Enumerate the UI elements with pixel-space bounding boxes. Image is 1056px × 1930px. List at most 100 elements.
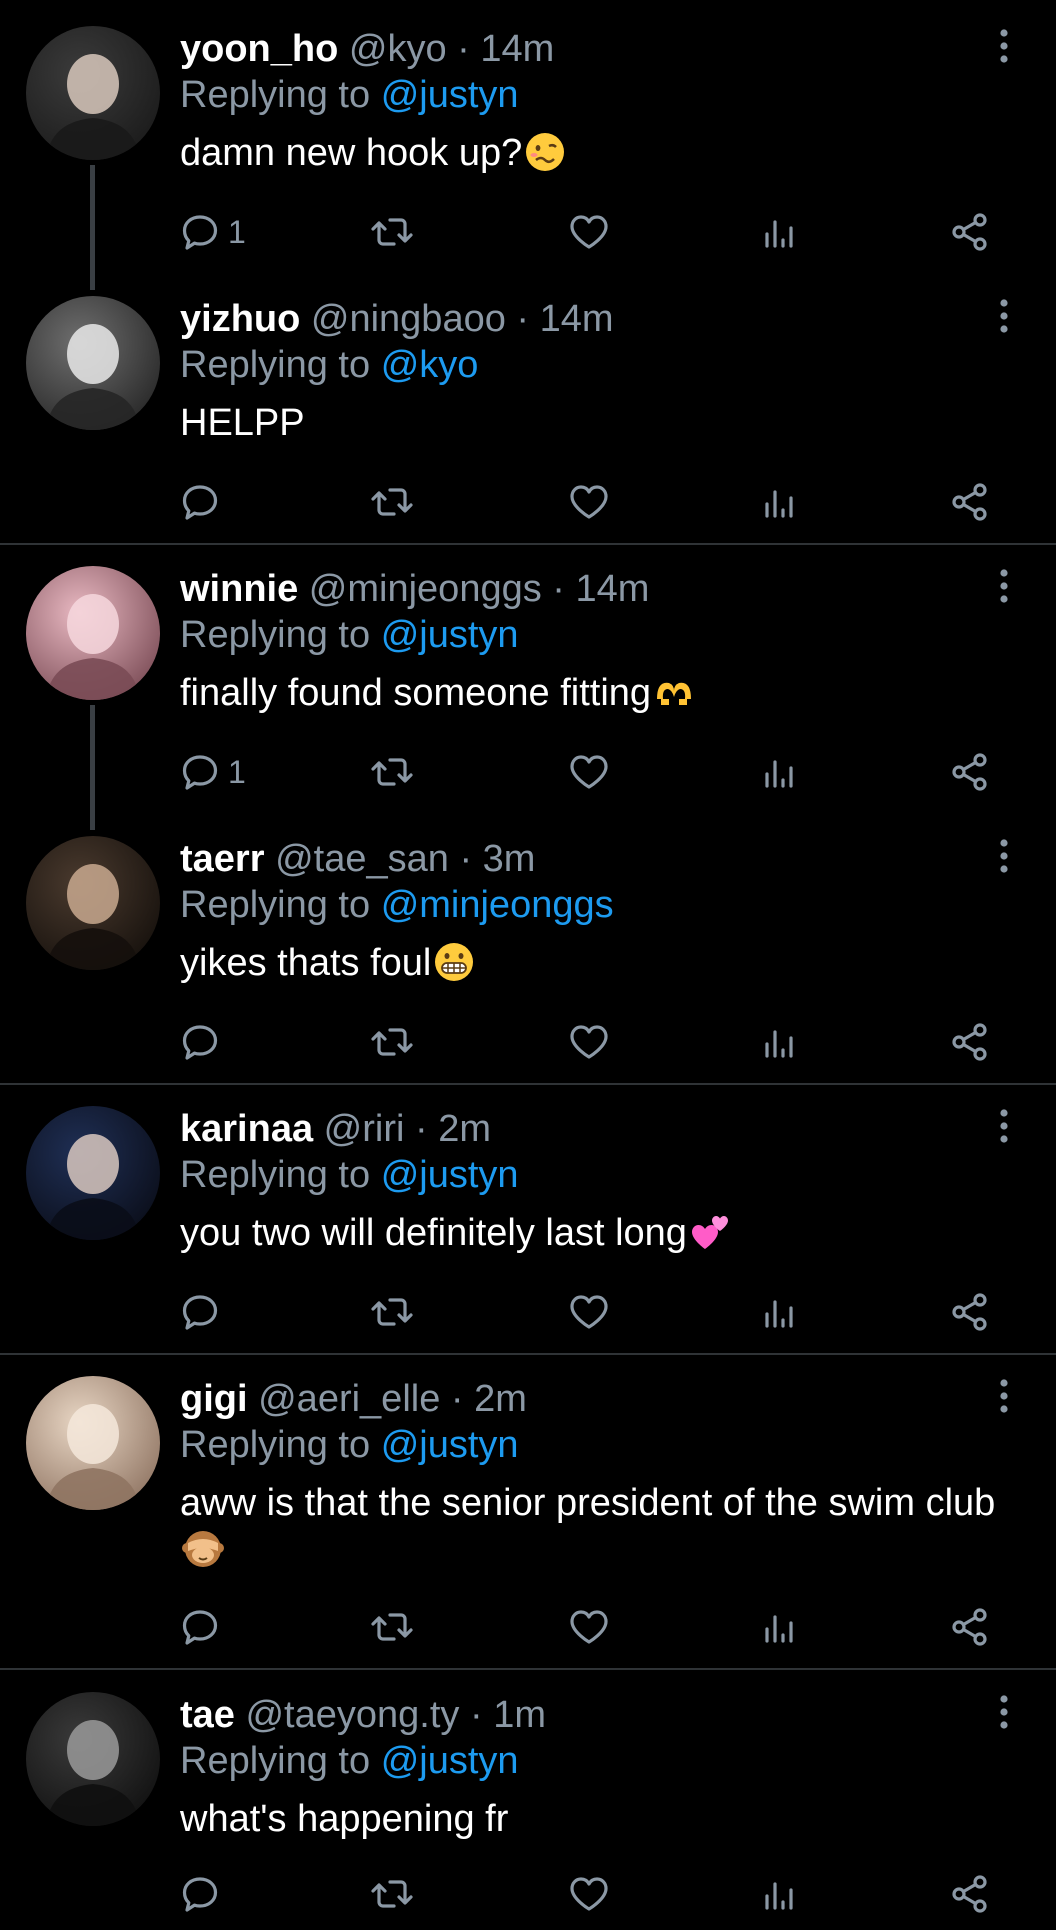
reply-button[interactable] <box>180 478 220 526</box>
display-name[interactable]: gigi <box>180 1378 248 1420</box>
woozy-face-emoji-icon <box>524 131 566 173</box>
views-button[interactable] <box>762 478 798 526</box>
like-button[interactable] <box>568 1288 610 1336</box>
like-button[interactable] <box>568 478 610 526</box>
like-button[interactable] <box>568 1018 610 1066</box>
more-options-icon[interactable] <box>994 1692 1014 1732</box>
reply-tweet[interactable]: yizhuo @ningbaoo · 14m Replying to @kyo HE… <box>0 270 1056 538</box>
views-button[interactable] <box>762 748 798 796</box>
display-name[interactable]: taerr <box>180 838 265 880</box>
timestamp[interactable]: 14m <box>480 28 554 70</box>
reply-button[interactable] <box>180 1603 220 1651</box>
username-handle[interactable]: @taeyong.ty <box>245 1694 459 1736</box>
more-options-icon[interactable] <box>994 836 1014 876</box>
more-options-icon[interactable] <box>994 1106 1014 1146</box>
username-handle[interactable]: @ningbaoo <box>311 298 506 340</box>
avatar[interactable] <box>26 1376 160 1510</box>
mention-link[interactable]: @kyo <box>381 344 479 386</box>
mention-link[interactable]: @justyn <box>381 1424 519 1466</box>
like-button[interactable] <box>568 1603 610 1651</box>
avatar[interactable] <box>26 836 160 970</box>
display-name[interactable]: yoon_ho <box>180 28 338 70</box>
username-handle[interactable]: @riri <box>324 1108 405 1150</box>
views-button[interactable] <box>762 208 798 256</box>
timestamp[interactable]: 2m <box>438 1108 491 1150</box>
reply-button[interactable] <box>180 1288 220 1336</box>
speech-bubble-icon <box>180 482 220 522</box>
retweet-button[interactable] <box>370 1603 414 1651</box>
reply-tweet[interactable]: yoon_ho @kyo · 14m Replying to @justyn dam… <box>0 0 1056 268</box>
avatar[interactable] <box>26 1692 160 1826</box>
reply-tweet[interactable]: tae @taeyong.ty · 1m Replying to @justyn w… <box>0 1666 1056 1930</box>
views-button[interactable] <box>762 1018 798 1066</box>
timestamp[interactable]: 1m <box>493 1694 546 1736</box>
like-button[interactable] <box>568 748 610 796</box>
more-options-icon[interactable] <box>994 1376 1014 1416</box>
retweet-button[interactable] <box>370 1288 414 1336</box>
username-handle[interactable]: @kyo <box>349 28 447 70</box>
tweet-actions <box>180 1018 1000 1066</box>
reply-tweet[interactable]: taerr @tae_san · 3m Replying to @minjeong… <box>0 810 1056 1078</box>
share-button[interactable] <box>950 208 990 256</box>
retweet-button[interactable] <box>370 1870 414 1918</box>
timestamp[interactable]: 3m <box>483 838 536 880</box>
like-button[interactable] <box>568 208 610 256</box>
display-name[interactable]: karinaa <box>180 1108 313 1150</box>
username-handle[interactable]: @aeri_elle <box>258 1378 440 1420</box>
more-options-icon[interactable] <box>994 566 1014 606</box>
reply-tweet[interactable]: winnie @minjeonggs · 14m Replying to @jus… <box>0 540 1056 808</box>
share-button[interactable] <box>950 1288 990 1336</box>
retweet-button[interactable] <box>370 208 414 256</box>
avatar[interactable] <box>26 566 160 700</box>
heart-hands-emoji-icon <box>653 671 695 713</box>
bar-chart-icon <box>762 1022 798 1062</box>
tweet-header: karinaa @riri · 2m <box>180 1106 491 1152</box>
retweet-button[interactable] <box>370 1018 414 1066</box>
avatar[interactable] <box>26 26 160 160</box>
reply-button[interactable] <box>180 1870 220 1918</box>
share-button[interactable] <box>950 1018 990 1066</box>
retweet-icon <box>370 1022 414 1062</box>
reply-button[interactable] <box>180 1018 220 1066</box>
mention-link[interactable]: @minjeonggs <box>381 884 614 926</box>
timestamp[interactable]: 2m <box>474 1378 527 1420</box>
like-button[interactable] <box>568 1870 610 1918</box>
more-options-icon[interactable] <box>994 26 1014 66</box>
views-button[interactable] <box>762 1870 798 1918</box>
retweet-button[interactable] <box>370 478 414 526</box>
mention-link[interactable]: @justyn <box>381 1740 519 1782</box>
replying-to-label: Replying to <box>180 1154 371 1196</box>
avatar[interactable] <box>26 296 160 430</box>
display-name[interactable]: winnie <box>180 568 298 610</box>
avatar[interactable] <box>26 1106 160 1240</box>
reply-button[interactable]: 1 <box>180 208 246 256</box>
retweet-icon <box>370 1292 414 1332</box>
share-button[interactable] <box>950 1603 990 1651</box>
reply-button[interactable]: 1 <box>180 748 246 796</box>
speech-bubble-icon <box>180 1292 220 1332</box>
reply-tweet[interactable]: karinaa @riri · 2m Replying to @justyn you… <box>0 1080 1056 1348</box>
share-button[interactable] <box>950 1870 990 1918</box>
reply-tweet[interactable]: gigi @aeri_elle · 2m Replying to @justyn a… <box>0 1350 1056 1663</box>
grimacing-face-emoji-icon <box>433 941 475 983</box>
mention-link[interactable]: @justyn <box>381 74 519 116</box>
username-handle[interactable]: @minjeonggs <box>309 568 542 610</box>
more-options-icon[interactable] <box>994 296 1014 336</box>
share-button[interactable] <box>950 478 990 526</box>
timestamp[interactable]: 14m <box>540 298 614 340</box>
speech-bubble-icon <box>180 1874 220 1914</box>
tweet-header: yoon_ho @kyo · 14m <box>180 26 554 72</box>
mention-link[interactable]: @justyn <box>381 614 519 656</box>
replying-to-line: Replying to @justyn <box>180 612 519 658</box>
views-button[interactable] <box>762 1603 798 1651</box>
username-handle[interactable]: @tae_san <box>275 838 449 880</box>
display-name[interactable]: yizhuo <box>180 298 300 340</box>
mention-link[interactable]: @justyn <box>381 1154 519 1196</box>
tweet-actions: 1 <box>180 748 1000 796</box>
display-name[interactable]: tae <box>180 1694 235 1736</box>
retweet-button[interactable] <box>370 748 414 796</box>
share-button[interactable] <box>950 748 990 796</box>
timestamp[interactable]: 14m <box>576 568 650 610</box>
views-button[interactable] <box>762 1288 798 1336</box>
tweet-text: finally found someone fitting <box>180 670 1000 716</box>
